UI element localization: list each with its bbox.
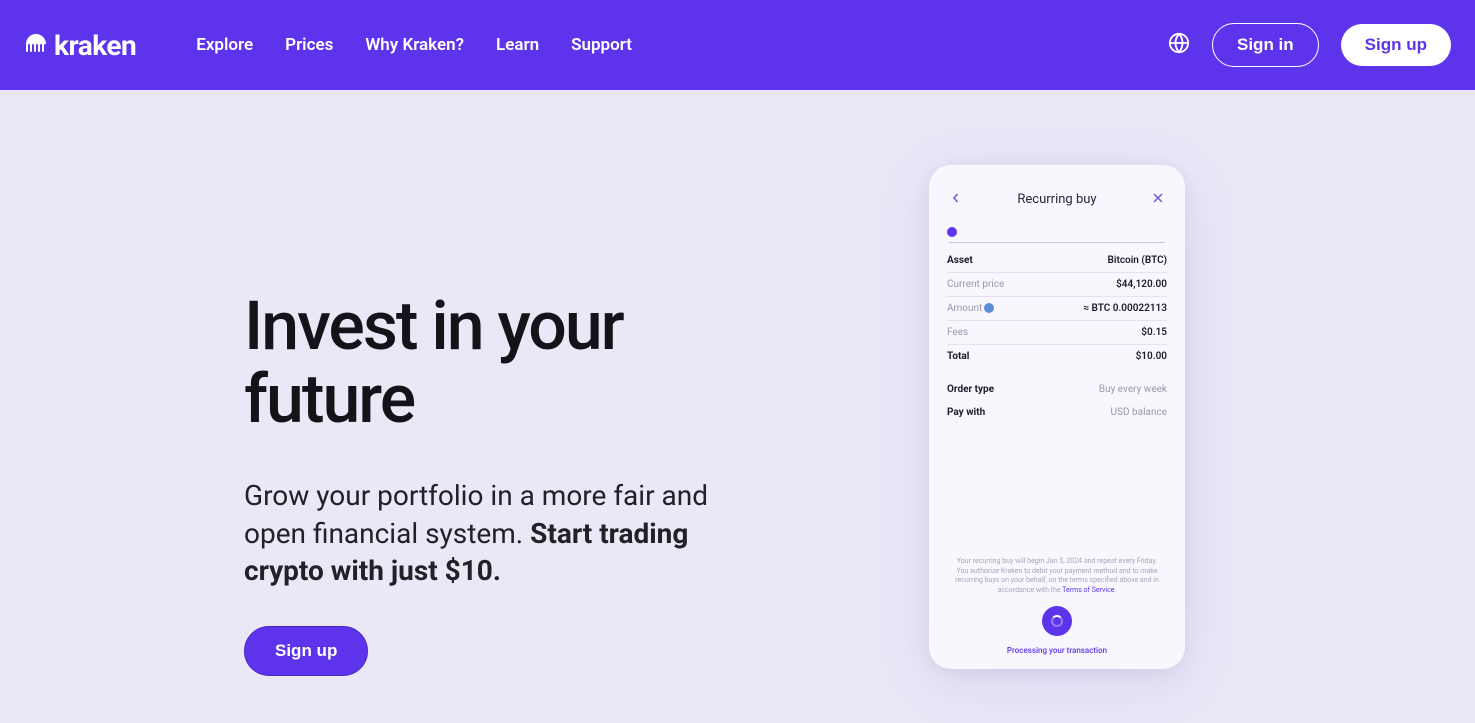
nav-learn[interactable]: Learn [496, 35, 539, 55]
phone-title: Recurring buy [1017, 192, 1096, 207]
nav-why-kraken[interactable]: Why Kraken? [365, 35, 464, 55]
row-price: Current price $44,120.00 [947, 273, 1167, 297]
pay-with-label: Pay with [947, 407, 985, 418]
row-asset: Asset Bitcoin (BTC) [947, 249, 1167, 273]
hero-signup-button[interactable]: Sign up [244, 626, 368, 676]
signin-button[interactable]: Sign in [1212, 23, 1319, 67]
terms-link[interactable]: Terms of Service [1062, 586, 1114, 594]
hero-title: Invest in your future [244, 290, 760, 437]
order-type-label: Order type [947, 384, 994, 395]
nav-explore[interactable]: Explore [196, 35, 253, 55]
price-label: Current price [947, 279, 1004, 290]
back-icon[interactable] [951, 191, 961, 207]
main-nav: Explore Prices Why Kraken? Learn Support [196, 35, 632, 55]
kraken-logo-icon [24, 29, 48, 62]
fees-value: $0.15 [1141, 327, 1167, 338]
total-value: $10.00 [1136, 351, 1167, 362]
close-icon[interactable] [1153, 191, 1163, 207]
fees-label: Fees [947, 327, 968, 338]
header-actions: Sign in Sign up [1168, 23, 1451, 67]
nav-prices[interactable]: Prices [285, 35, 333, 55]
row-fees: Fees $0.15 [947, 321, 1167, 345]
globe-icon[interactable] [1168, 32, 1190, 58]
pay-with-value: USD balance [1111, 407, 1167, 418]
hero-content: Invest in your future Grow your portfoli… [0, 180, 760, 676]
hero-subtitle: Grow your portfolio in a more fair and o… [244, 477, 744, 590]
nav-support[interactable]: Support [571, 35, 632, 55]
amount-value: ≈ BTC 0.00022113 [1083, 303, 1167, 314]
bitcoin-icon [947, 227, 957, 237]
spinner-icon [1051, 615, 1063, 627]
signup-button[interactable]: Sign up [1341, 24, 1451, 66]
disclaimer-text: Your recurring buy will begin Jan 5, 202… [945, 557, 1169, 606]
asset-value: Bitcoin (BTC) [1108, 255, 1167, 266]
order-type-value: Buy every week [1099, 384, 1167, 395]
logo[interactable]: kraken [24, 29, 136, 62]
processing-label: Processing your transaction [945, 646, 1169, 655]
logo-text: kraken [54, 29, 136, 62]
row-pay-with: Pay with USD balance [947, 401, 1167, 424]
phone-card: Recurring buy Asset Bitcoin (BTC) Curren… [929, 165, 1185, 669]
phone-rows: Asset Bitcoin (BTC) Current price $44,12… [945, 221, 1169, 424]
phone-preview: Recurring buy Asset Bitcoin (BTC) Curren… [929, 165, 1185, 669]
processing-button[interactable] [1042, 606, 1072, 636]
hero-section: Invest in your future Grow your portfoli… [0, 90, 1475, 676]
disclaimer-line2: You authorize Kraken to debit your payme… [949, 567, 1165, 596]
disclaimer-line1: Your recurring buy will begin Jan 5, 202… [949, 557, 1165, 567]
row-amount: Amount ≈ BTC 0.00022113 [947, 297, 1167, 321]
info-icon[interactable] [984, 303, 994, 313]
price-value: $44,120.00 [1116, 279, 1167, 290]
asset-label: Asset [947, 255, 973, 266]
total-label: Total [947, 351, 969, 362]
row-total: Total $10.00 [947, 345, 1167, 368]
amount-label: Amount [947, 303, 994, 314]
site-header: kraken Explore Prices Why Kraken? Learn … [0, 0, 1475, 90]
row-order-type: Order type Buy every week [947, 378, 1167, 401]
phone-header: Recurring buy [945, 183, 1169, 221]
